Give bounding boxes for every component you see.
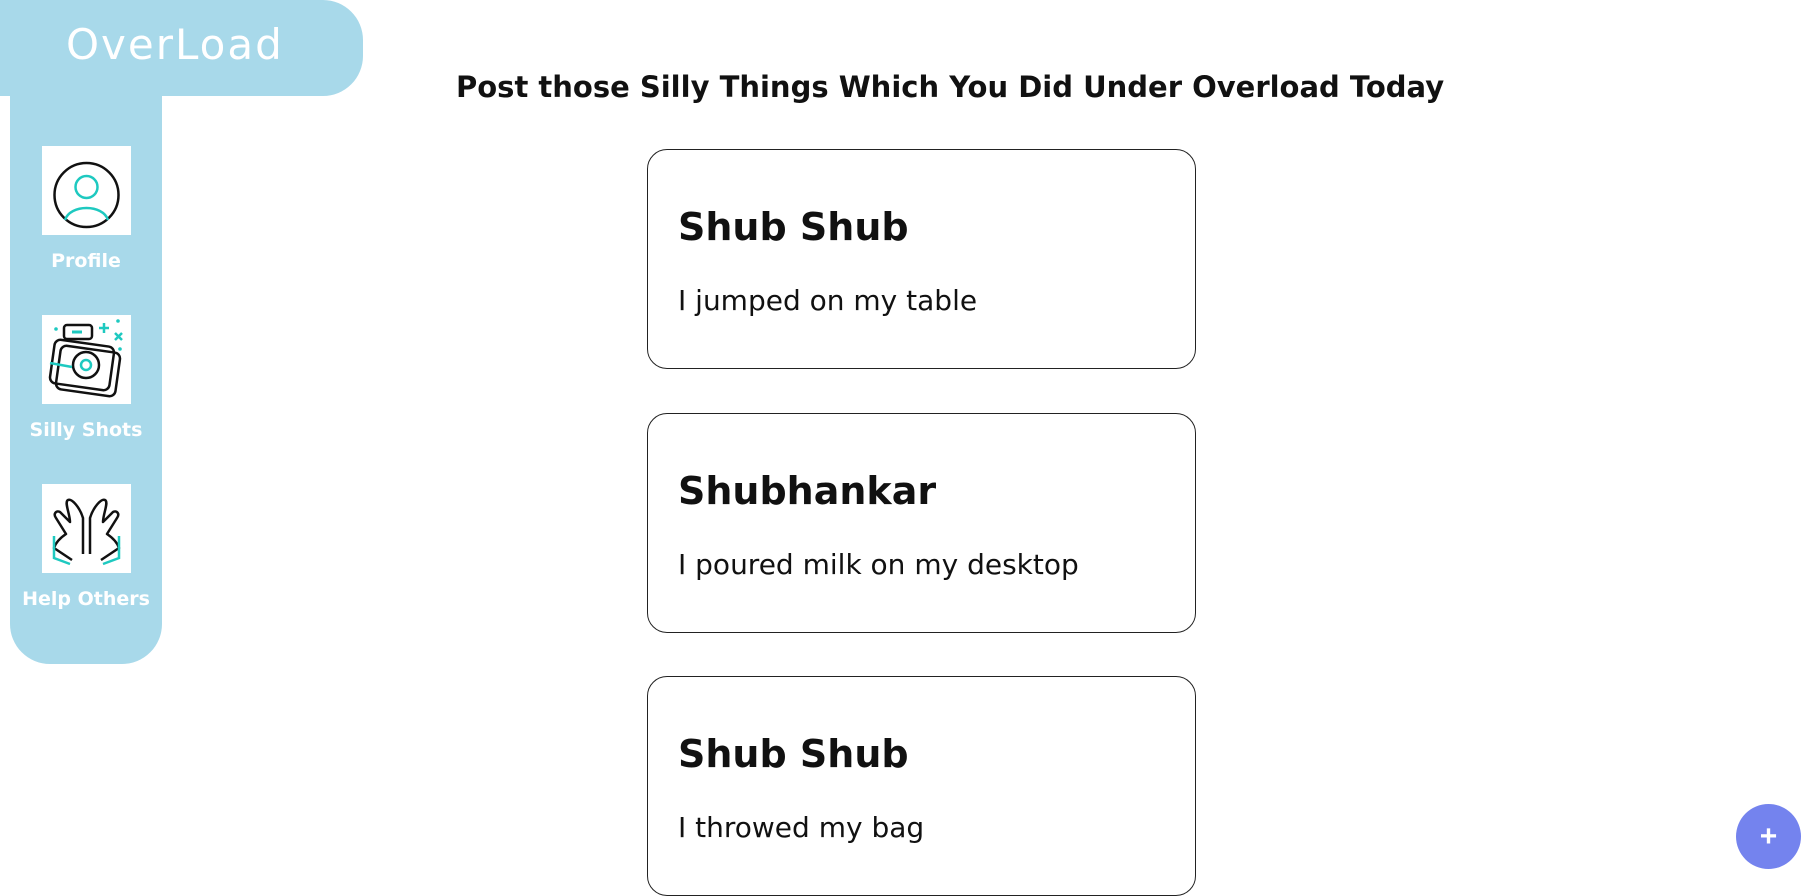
- sidebar-item-profile[interactable]: Profile: [10, 146, 162, 272]
- post-text: I jumped on my table: [678, 284, 978, 317]
- sidebar-item-help-others[interactable]: Help Others: [10, 484, 162, 610]
- sidebar-item-label: Profile: [51, 250, 121, 272]
- profile-icon: [41, 146, 131, 235]
- post-text: I throwed my bag: [678, 811, 925, 844]
- post-card[interactable]: Shub Shub I jumped on my table: [647, 149, 1196, 369]
- post-card[interactable]: Shubhankar I poured milk on my desktop: [647, 413, 1196, 633]
- sidebar-item-silly-shots[interactable]: Silly Shots: [10, 315, 162, 441]
- logo-text: OverLoad: [66, 20, 284, 69]
- page-title: Post those Silly Things Which You Did Un…: [456, 70, 1445, 104]
- camera-icon: [41, 315, 131, 404]
- praying-hands-icon: [41, 484, 131, 573]
- sidebar-item-label: Help Others: [22, 588, 150, 610]
- plus-icon: +: [1759, 820, 1778, 853]
- post-text: I poured milk on my desktop: [678, 548, 1079, 581]
- post-author: Shubhankar: [678, 469, 937, 513]
- post-author: Shub Shub: [678, 205, 909, 249]
- add-post-button[interactable]: +: [1736, 804, 1801, 869]
- post-card[interactable]: Shub Shub I throwed my bag: [647, 676, 1196, 896]
- app-logo[interactable]: OverLoad: [0, 0, 363, 96]
- sidebar-item-label: Silly Shots: [29, 419, 143, 441]
- post-author: Shub Shub: [678, 732, 909, 776]
- sidebar: Profile Silly Shots Help Others: [10, 86, 162, 664]
